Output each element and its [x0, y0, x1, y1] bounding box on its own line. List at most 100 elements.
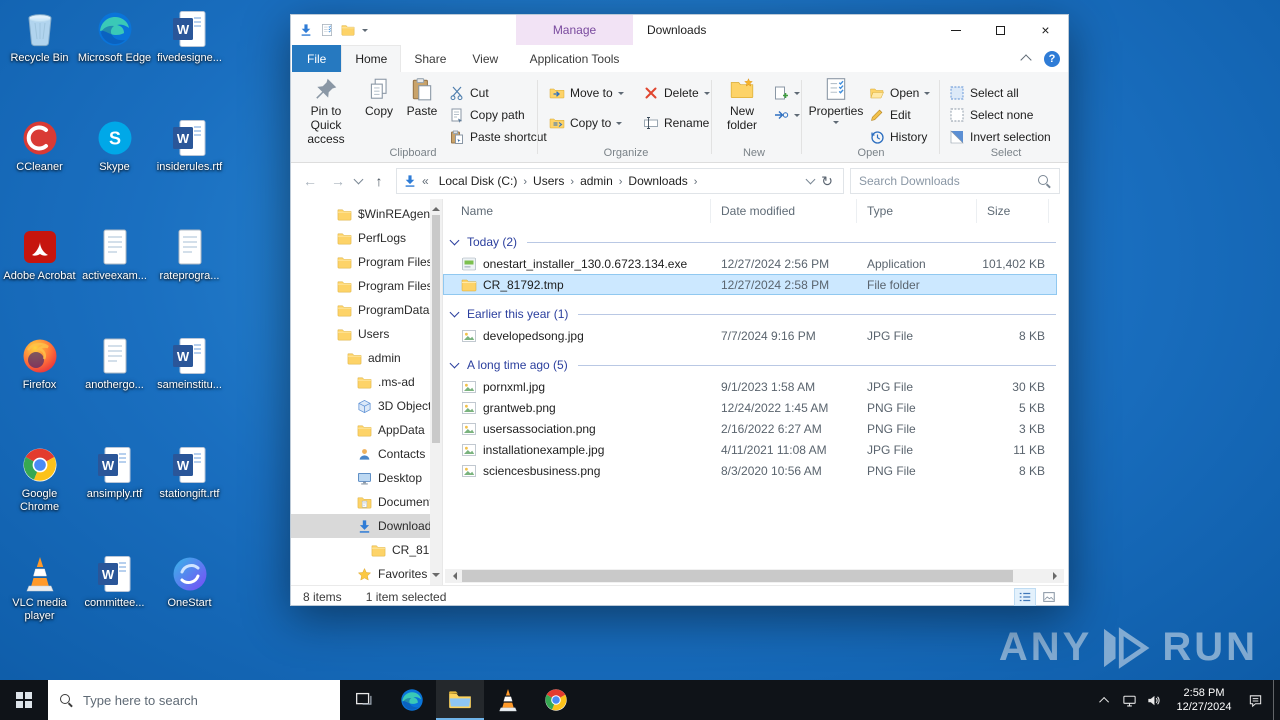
nav-item-program-files[interactable]: Program Files	[291, 274, 442, 298]
breadcrumb-downloads[interactable]: Downloads	[623, 174, 692, 188]
tab-file[interactable]: File	[292, 45, 341, 72]
file-group-header-a-long-time-ago-5[interactable]: A long time ago (5)	[443, 354, 1068, 376]
file-row-sciencesbusiness-png[interactable]: sciencesbusiness.png8/3/2020 10:56 AMPNG…	[443, 460, 1057, 481]
nav-scrollbar[interactable]	[430, 199, 442, 585]
column-header-name[interactable]: Name	[443, 199, 711, 223]
delete-button[interactable]: Delete	[643, 83, 710, 103]
file-row-grantweb-png[interactable]: grantweb.png12/24/2022 1:45 AMPNG File5 …	[443, 397, 1057, 418]
new-item-button[interactable]	[773, 83, 800, 103]
file-row-usersassociation-png[interactable]: usersassociation.png2/16/2022 6:27 AMPNG…	[443, 418, 1057, 439]
nav-item-programdata[interactable]: ProgramData	[291, 298, 442, 322]
breadcrumb-local-disk-c[interactable]: Local Disk (C:)	[434, 174, 523, 188]
qat-customize-chevron-icon[interactable]	[362, 29, 368, 35]
desktop-icon-committee[interactable]: Wcommittee...	[77, 549, 152, 658]
group-collapse-chevron-icon[interactable]	[450, 359, 460, 369]
taskbar-search-input[interactable]	[83, 693, 328, 708]
nav-item-downloads[interactable]: Downloads	[291, 514, 442, 538]
maximize-button[interactable]	[978, 15, 1023, 45]
search-box[interactable]	[850, 168, 1060, 194]
desktop-icon-fivedesigne[interactable]: Wfivedesigne...	[152, 4, 227, 113]
file-row-installationexample-jpg[interactable]: installationexample.jpg4/11/2021 11:08 A…	[443, 439, 1057, 460]
nav-item-appdata[interactable]: AppData	[291, 418, 442, 442]
forward-button[interactable]: →	[327, 170, 349, 192]
desktop-icon-google-chrome[interactable]: Google Chrome	[2, 440, 77, 549]
open-button[interactable]: Open	[869, 83, 930, 103]
scrollbar-thumb[interactable]	[462, 570, 1013, 582]
manage-contextual-header[interactable]: Manage	[516, 15, 633, 45]
tab-view[interactable]: View	[459, 45, 511, 72]
file-group-header-earlier-this-year-1[interactable]: Earlier this year (1)	[443, 303, 1068, 325]
invert-selection-button[interactable]: Invert selection	[949, 127, 1051, 147]
desktop-icon-firefox[interactable]: Firefox	[2, 331, 77, 440]
scroll-left-icon[interactable]	[445, 569, 460, 583]
scroll-down-icon[interactable]	[432, 573, 440, 581]
breadcrumb-users[interactable]: Users	[528, 174, 569, 188]
taskbar-search[interactable]	[48, 680, 340, 720]
column-header-type[interactable]: Type	[857, 199, 977, 223]
group-collapse-chevron-icon[interactable]	[450, 308, 460, 318]
nav-item-ms-ad[interactable]: .ms-ad	[291, 370, 442, 394]
paste-shortcut-button[interactable]: Paste shortcut	[449, 127, 547, 147]
search-icon[interactable]	[1038, 175, 1051, 188]
breadcrumb-separator-icon[interactable]: ›	[693, 176, 699, 188]
tray-expand-chevron-icon[interactable]	[1093, 697, 1117, 704]
scroll-up-icon[interactable]	[432, 203, 440, 211]
taskbar-vlc-button[interactable]	[484, 680, 532, 720]
taskbar-edge-button[interactable]	[388, 680, 436, 720]
new-folder-button[interactable]: New folder	[715, 76, 769, 133]
nav-item-winreagent[interactable]: $WinREAgent	[291, 202, 442, 226]
desktop-icon-skype[interactable]: SSkype	[77, 113, 152, 222]
qat-new-folder-icon[interactable]	[341, 23, 355, 37]
taskbar-chrome-button[interactable]	[532, 680, 580, 720]
file-row-cr-81792-tmp[interactable]: CR_81792.tmp12/27/2024 2:58 PMFile folde…	[443, 274, 1057, 295]
pin-to-quick-access-button[interactable]: Pin to Quick access	[297, 76, 355, 146]
nav-item-favorites[interactable]: Favorites	[291, 562, 442, 585]
ribbon-collapse-icon[interactable]	[1020, 54, 1031, 65]
copy-path-button[interactable]: Copy path	[449, 105, 525, 125]
desktop-icon-anothergo[interactable]: anothergo...	[77, 331, 152, 440]
recent-locations-chevron-icon[interactable]	[354, 175, 364, 185]
taskbar-explorer-button[interactable]	[436, 680, 484, 720]
action-center-icon[interactable]	[1243, 693, 1267, 708]
desktop-icon-vlc-media-player[interactable]: VLC media player	[2, 549, 77, 658]
tab-application-tools[interactable]: Application Tools	[516, 45, 633, 72]
network-icon[interactable]	[1117, 693, 1141, 708]
select-none-button[interactable]: Select none	[949, 105, 1033, 125]
desktop-icon-adobe-acrobat[interactable]: Adobe Acrobat	[2, 222, 77, 331]
desktop-icon-insiderules-rtf[interactable]: Winsiderules.rtf	[152, 113, 227, 222]
scroll-right-icon[interactable]	[1049, 569, 1064, 583]
qat-properties-icon[interactable]	[320, 23, 334, 37]
nav-item-documents[interactable]: Documents	[291, 490, 442, 514]
breadcrumb-overflow-chevron[interactable]: «	[420, 174, 431, 188]
address-dropdown-icon[interactable]	[806, 175, 816, 185]
details-view-button[interactable]	[1014, 588, 1036, 606]
desktop-icon-stationgift-rtf[interactable]: Wstationgift.rtf	[152, 440, 227, 549]
up-button[interactable]: ↑	[368, 170, 390, 192]
desktop-icon-activeexam[interactable]: activeexam...	[77, 222, 152, 331]
file-row-developedsong-jpg[interactable]: developedsong.jpg7/7/2024 9:16 PMJPG Fil…	[443, 325, 1057, 346]
desktop-icon-sameinstitu[interactable]: Wsameinstitu...	[152, 331, 227, 440]
large-icons-view-button[interactable]	[1038, 588, 1060, 606]
nav-item-perflogs[interactable]: PerfLogs	[291, 226, 442, 250]
scrollbar-thumb[interactable]	[432, 215, 440, 443]
desktop-icon-microsoft-edge[interactable]: Microsoft Edge	[77, 4, 152, 113]
rename-button[interactable]: Rename	[643, 113, 709, 133]
show-desktop-button[interactable]	[1273, 680, 1280, 720]
column-header-size[interactable]: Size	[977, 199, 1049, 223]
file-row-onestart-installer-130-0-6723-134-exe[interactable]: onestart_installer_130.0.6723.134.exe12/…	[443, 253, 1057, 274]
refresh-icon[interactable]: ↻	[817, 173, 837, 190]
address-bar[interactable]: « Local Disk (C:)›Users›admin›Downloads›…	[396, 168, 844, 194]
copy-to-button[interactable]: Copy to	[549, 113, 622, 133]
tab-share[interactable]: Share	[401, 45, 459, 72]
move-to-button[interactable]: Move to	[549, 83, 624, 103]
group-collapse-chevron-icon[interactable]	[450, 236, 460, 246]
horizontal-scrollbar[interactable]	[445, 569, 1064, 583]
volume-icon[interactable]	[1141, 693, 1165, 708]
nav-item-contacts[interactable]: Contacts	[291, 442, 442, 466]
nav-item-3d-objects[interactable]: 3D Objects	[291, 394, 442, 418]
task-view-button[interactable]	[340, 680, 388, 720]
desktop-icon-ccleaner[interactable]: CCleaner	[2, 113, 77, 222]
back-button[interactable]: ←	[299, 170, 321, 192]
file-row-pornxml-jpg[interactable]: pornxml.jpg9/1/2023 1:58 AMJPG File30 KB	[443, 376, 1057, 397]
copy-button[interactable]: Copy	[359, 76, 399, 119]
